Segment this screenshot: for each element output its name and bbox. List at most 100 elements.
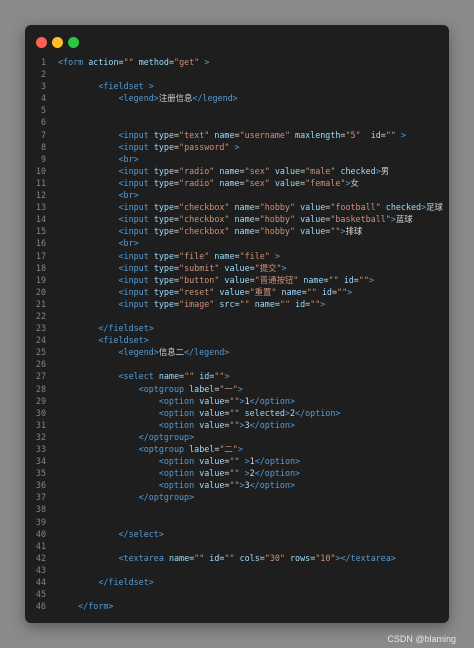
code-token-tag: > bbox=[229, 141, 240, 152]
code-line: 4 <legend>注册信息</legend> bbox=[25, 92, 449, 104]
code-token-tag: <br> bbox=[58, 238, 139, 249]
line-number: 31 bbox=[35, 419, 46, 430]
code-token-attr: name bbox=[214, 129, 235, 140]
code-token-tag: </option> bbox=[249, 480, 296, 491]
line-number: 10 bbox=[35, 165, 46, 176]
line-number: 20 bbox=[35, 286, 46, 297]
line-number: 15 bbox=[35, 226, 46, 237]
code-token-val: "button" bbox=[179, 274, 220, 285]
code-token-val: "username" bbox=[239, 129, 290, 140]
code-token-val: "submit" bbox=[179, 262, 220, 273]
code-line: 35 <option value="" >2</option> bbox=[25, 467, 449, 479]
code-line: 18 <input type="submit" value="提交"> bbox=[25, 262, 449, 274]
code-token-tag: <input bbox=[58, 165, 154, 176]
code-token-tag: <option bbox=[58, 468, 200, 479]
code-line: 20 <input type="reset" value="重置" name="… bbox=[25, 286, 449, 298]
code-token-val: "sex" bbox=[244, 165, 270, 176]
code-token-tag: <option bbox=[58, 419, 200, 430]
code-line: 3 <fieldset > bbox=[25, 80, 449, 92]
line-number: 27 bbox=[35, 371, 46, 382]
code-token-attr: name bbox=[303, 274, 324, 285]
minimize-window-button[interactable] bbox=[52, 37, 63, 48]
code-token-attr: id bbox=[321, 286, 332, 297]
code-token-tag: <legend> bbox=[58, 93, 159, 104]
code-token-tag: <option bbox=[58, 480, 200, 491]
code-line: 42 <textarea name="" id="" cols="30" row… bbox=[25, 552, 449, 564]
code-token-val: "file" bbox=[239, 250, 270, 261]
code-token-attr: name bbox=[219, 177, 240, 188]
code-token-tag: > bbox=[237, 444, 243, 454]
code-token-tag: <input bbox=[58, 226, 154, 237]
code-token-val: "一" bbox=[219, 383, 238, 394]
code-token-text: 蓝球 bbox=[395, 214, 413, 225]
code-line: 40 </select> bbox=[25, 528, 449, 540]
line-number: 45 bbox=[35, 589, 46, 600]
code-token-attr: id bbox=[199, 371, 210, 382]
code-token-val: "file" bbox=[179, 250, 210, 261]
code-text: <input type="submit" value="提交"> bbox=[58, 262, 287, 274]
code-line: 33 <optgroup label="二"> bbox=[25, 443, 449, 455]
code-token-text: 女 bbox=[350, 177, 359, 188]
code-token-attr: id bbox=[343, 274, 354, 285]
code-token-tag: <input bbox=[58, 298, 154, 309]
code-token-attr: value bbox=[199, 419, 225, 430]
code-line: 8 <input type="password" > bbox=[25, 141, 449, 153]
code-token-val: "text" bbox=[179, 129, 210, 140]
code-token-attr: value bbox=[300, 214, 326, 225]
code-token-attr: value bbox=[224, 274, 250, 285]
code-token-tag: > bbox=[148, 81, 154, 92]
close-window-button[interactable] bbox=[36, 37, 47, 48]
code-line: 28 <optgroup label="一"> bbox=[25, 383, 449, 395]
line-number: 25 bbox=[35, 347, 46, 358]
code-token-attr: value bbox=[224, 262, 250, 273]
code-line: 25 <legend>信息二</legend> bbox=[25, 346, 449, 358]
code-token-tag: > bbox=[281, 262, 287, 273]
code-token-tag: > bbox=[239, 468, 250, 479]
line-number: 17 bbox=[35, 250, 46, 261]
code-token-attr: id bbox=[370, 129, 381, 140]
code-token-text: 信息二 bbox=[158, 347, 184, 358]
code-token-attr: type bbox=[153, 226, 174, 237]
code-token-attr: type bbox=[153, 274, 174, 285]
code-text: <input type="checkbox" name="hobby" valu… bbox=[58, 225, 363, 237]
line-number: 7 bbox=[40, 129, 46, 140]
code-line: 14 <input type="checkbox" name="hobby" v… bbox=[25, 213, 449, 225]
line-number: 24 bbox=[35, 335, 46, 346]
code-token-tag: </legend> bbox=[183, 347, 230, 358]
code-token-tag: > bbox=[347, 286, 353, 297]
code-token-attr: action bbox=[88, 57, 119, 67]
code-token-val: "" bbox=[306, 286, 317, 297]
maximize-window-button[interactable] bbox=[68, 37, 79, 48]
code-token-tag: <optgroup bbox=[58, 444, 190, 454]
code-token-tag: > bbox=[224, 371, 230, 382]
code-line: 45 bbox=[25, 588, 449, 600]
code-token-tag: <select bbox=[58, 371, 159, 382]
code-window: 1 <form action="" method="get" > 2 3 <field… bbox=[25, 25, 449, 623]
code-token-tag: </option> bbox=[254, 456, 301, 467]
code-token-val: "" bbox=[214, 371, 225, 382]
code-token-attr: value bbox=[199, 407, 225, 418]
code-token-val: "" bbox=[239, 298, 250, 309]
code-line: 12 <br> bbox=[25, 189, 449, 201]
code-token-val: "" bbox=[229, 456, 240, 467]
code-token-attr: value bbox=[199, 468, 225, 479]
code-token-val: "checkbox" bbox=[179, 214, 230, 225]
code-token-attr: value bbox=[274, 177, 301, 188]
code-token-attr: name bbox=[158, 371, 180, 382]
code-token-val: "" bbox=[229, 480, 240, 491]
code-token-tag: </fieldset> bbox=[58, 577, 154, 588]
code-line: 23 </fieldset> bbox=[25, 322, 449, 334]
code-line: 21 <input type="image" src="" name="" id… bbox=[25, 298, 449, 310]
code-token-attr: value bbox=[199, 395, 225, 406]
code-line: 32 </optgroup> bbox=[25, 431, 449, 443]
code-line: 9 <br> bbox=[25, 153, 449, 165]
code-text: <fieldset > bbox=[58, 80, 154, 92]
watermark: CSDN @blaming bbox=[387, 634, 456, 644]
code-token-text: 排球 bbox=[345, 226, 363, 237]
code-token-attr: checked bbox=[340, 165, 376, 176]
code-text: <option value="">3</option> bbox=[58, 479, 295, 491]
code-token-attr: name bbox=[168, 552, 190, 563]
code-token-tag: <input bbox=[58, 262, 154, 273]
title-bar bbox=[25, 25, 449, 59]
line-number: 44 bbox=[35, 577, 46, 588]
